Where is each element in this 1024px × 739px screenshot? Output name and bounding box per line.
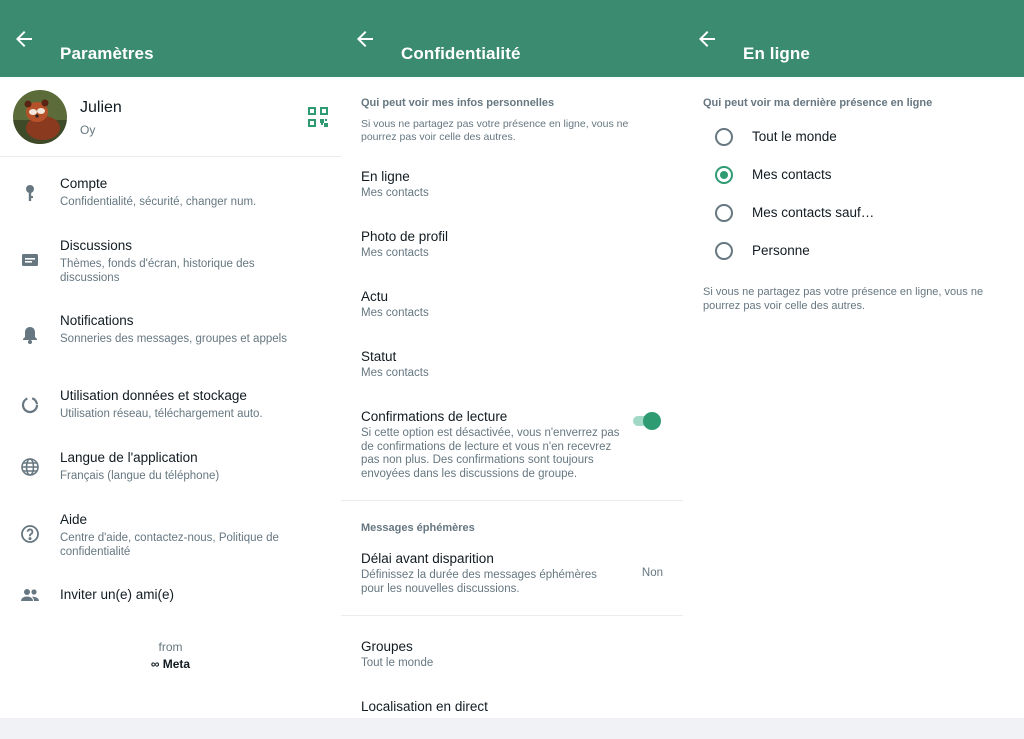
settings-item-account[interactable]: Compte Confidentialité, sécurité, change…: [0, 176, 341, 226]
privacy-screen: Confidentialité Qui peut voir mes infos …: [341, 0, 683, 718]
row-value: Mes contacts: [361, 247, 429, 259]
settings-item-title: Langue de l'application: [60, 450, 198, 465]
help-icon: [19, 523, 41, 545]
settings-item-notifications[interactable]: Notifications Sonneries des messages, gr…: [0, 313, 341, 373]
radio-label: Tout le monde: [752, 129, 837, 144]
settings-item-invite[interactable]: Inviter un(e) ami(e): [0, 587, 341, 617]
privacy-row-read-receipts[interactable]: Confirmations de lecture Si cette option…: [361, 409, 623, 481]
settings-item-title: Notifications: [60, 313, 134, 328]
settings-item-title: Inviter un(e) ami(e): [60, 587, 175, 602]
row-value: Mes contacts: [361, 367, 429, 379]
privacy-row-about[interactable]: Actu Mes contacts: [361, 289, 663, 321]
globe-icon: [19, 456, 41, 478]
page-title: Confidentialité: [401, 44, 521, 63]
row-title: En ligne: [361, 169, 410, 184]
settings-item-subtitle: Centre d'aide, contactez-nous, Politique…: [60, 532, 279, 558]
chat-icon: [19, 249, 41, 271]
settings-item-storage[interactable]: Utilisation données et stockage Utilisat…: [0, 388, 341, 438]
settings-item-chats[interactable]: Discussions Thèmes, fonds d'écran, histo…: [0, 238, 341, 298]
row-description: Si cette option est désactivée, vous n'e…: [361, 427, 620, 480]
radio-option-my-contacts[interactable]: Mes contacts: [683, 156, 1024, 194]
section-header: Qui peut voir mes infos personnelles: [361, 97, 555, 109]
app-bar: Confidentialité: [341, 0, 683, 77]
privacy-row-profile-photo[interactable]: Photo de profil Mes contacts: [361, 229, 663, 261]
profile-status: Oy: [80, 123, 96, 137]
key-icon: [19, 182, 41, 204]
profile-row[interactable]: Julien Oy: [0, 77, 341, 157]
settings-item-subtitle: Thèmes, fonds d'écran, historique des di…: [60, 258, 255, 284]
divider: [341, 615, 683, 616]
meta-logo: ∞ Meta: [150, 657, 191, 671]
read-receipts-toggle[interactable]: [631, 412, 661, 430]
radio-button[interactable]: [715, 204, 733, 222]
radio-button-selected[interactable]: [715, 166, 733, 184]
privacy-row-groups[interactable]: Groupes Tout le monde: [361, 639, 663, 671]
section-description: Si vous ne partagez pas votre présence e…: [361, 118, 629, 143]
settings-item-title: Utilisation données et stockage: [60, 388, 247, 403]
row-description: Définissez la durée des messages éphémèr…: [361, 569, 597, 595]
bell-icon: [19, 324, 41, 346]
settings-item-subtitle: Confidentialité, sécurité, changer num.: [60, 196, 257, 208]
row-value: Mes contacts: [361, 187, 429, 199]
app-bar: En ligne: [683, 0, 1024, 77]
privacy-row-online[interactable]: En ligne Mes contacts: [361, 169, 663, 201]
row-value: Mes contacts: [361, 307, 429, 319]
qr-code-icon[interactable]: [307, 106, 329, 128]
settings-item-subtitle: Sonneries des messages, groupes et appel…: [60, 333, 287, 345]
toggle-thumb: [643, 412, 661, 430]
radio-option-nobody[interactable]: Personne: [683, 232, 1024, 270]
page-title: Paramètres: [60, 44, 154, 63]
settings-item-subtitle: Français (langue du téléphone): [60, 470, 220, 482]
settings-item-help[interactable]: Aide Centre d'aide, contactez-nous, Poli…: [0, 512, 341, 572]
radio-label: Personne: [752, 243, 810, 258]
settings-item-title: Aide: [60, 512, 88, 527]
people-icon: [19, 584, 41, 606]
online-screen: En ligne Qui peut voir ma dernière prése…: [683, 0, 1024, 718]
footer-note: Si vous ne partagez pas votre présence e…: [703, 286, 984, 312]
settings-item-language[interactable]: Langue de l'application Français (langue…: [0, 450, 341, 500]
radio-label: Mes contacts: [752, 167, 832, 182]
row-title: Actu: [361, 289, 389, 304]
settings-item-subtitle: Utilisation réseau, téléchargement auto.: [60, 408, 263, 420]
back-arrow-icon[interactable]: [353, 27, 377, 51]
app-bar: Paramètres: [0, 0, 341, 77]
row-title: Délai avant disparition: [361, 551, 494, 566]
back-arrow-icon[interactable]: [695, 27, 719, 51]
from-label: from: [158, 640, 183, 654]
radio-button[interactable]: [715, 128, 733, 146]
radio-label: Mes contacts sauf…: [752, 205, 875, 220]
settings-item-title: Discussions: [60, 238, 133, 253]
row-title: Groupes: [361, 639, 413, 654]
row-title: Statut: [361, 349, 397, 364]
radio-button[interactable]: [715, 242, 733, 260]
divider: [341, 500, 683, 501]
privacy-row-disappearing[interactable]: Délai avant disparition Définissez la du…: [361, 551, 613, 596]
privacy-row-status[interactable]: Statut Mes contacts: [361, 349, 663, 381]
row-title: Photo de profil: [361, 229, 449, 244]
disappearing-value: Non: [641, 567, 663, 579]
row-title: Localisation en direct: [361, 699, 488, 714]
settings-screen: Paramètres Julien Oy Compte Confidential…: [0, 0, 341, 718]
row-title: Confirmations de lecture: [361, 409, 508, 424]
row-value: Tout le monde: [361, 657, 434, 669]
radio-option-my-contacts-except[interactable]: Mes contacts sauf…: [683, 194, 1024, 232]
section-header: Messages éphémères: [361, 522, 475, 534]
back-arrow-icon[interactable]: [12, 27, 36, 51]
data-usage-icon: [19, 394, 41, 416]
profile-name: Julien: [80, 99, 122, 116]
avatar[interactable]: [13, 90, 67, 144]
radio-option-everyone[interactable]: Tout le monde: [683, 118, 1024, 156]
section-header: Qui peut voir ma dernière présence en li…: [703, 97, 933, 109]
privacy-row-live-location[interactable]: Localisation en direct: [361, 699, 663, 714]
settings-item-title: Compte: [60, 176, 108, 191]
page-title: En ligne: [743, 44, 810, 63]
